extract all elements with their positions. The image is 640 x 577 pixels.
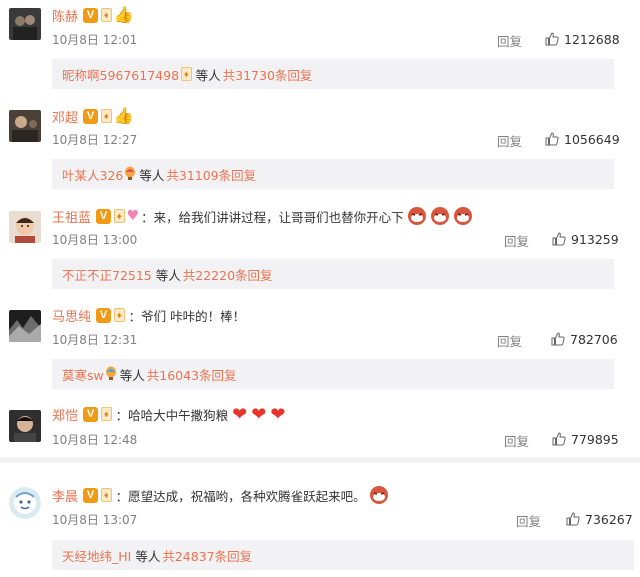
comment-timestamp: 10月8日 12:01 (52, 33, 138, 47)
username-link[interactable]: 陈赫 (52, 6, 78, 25)
like-count: 1056649 (564, 131, 620, 147)
sub-reply-summary[interactable]: 不正不正72515 等人 共22220条回复 (52, 259, 614, 289)
thumbs-up-emoji-icon: 👍 (113, 106, 134, 125)
avatar[interactable] (9, 410, 41, 442)
vip-badge-icon: ♦ (101, 109, 112, 123)
username-link[interactable]: 邓超 (52, 107, 78, 126)
comment-timestamp: 10月8日 12:48 (52, 433, 138, 447)
comment-header: 李晨 V ♦ ：愿望达成，祝福哟，各种欢腾雀跃起来吧。 (52, 486, 389, 505)
comment-text: ：愿望达成，祝福哟，各种欢腾雀跃起来吧。 (115, 488, 366, 504)
like-button[interactable]: 913259 (552, 230, 619, 248)
like-button[interactable]: 782706 (551, 330, 618, 348)
sub-reply-and-others: 等人 (139, 167, 165, 183)
avatar[interactable] (9, 211, 41, 243)
sub-reply-user[interactable]: 叶某人326 (62, 165, 123, 184)
reply-button[interactable]: 回复 (516, 511, 541, 529)
sub-reply-summary[interactable]: 莫寒sw 等人 共16043条回复 (52, 359, 614, 389)
thumbs-up-icon (545, 132, 559, 146)
sub-reply-total-link[interactable]: 共22220条回复 (183, 265, 273, 284)
reply-button[interactable]: 回复 (497, 131, 522, 149)
vip-badge-icon: ♦ (101, 8, 112, 22)
sub-reply-user[interactable]: 莫寒sw (62, 365, 104, 384)
thumbs-up-icon (545, 32, 559, 46)
sub-reply-total-link[interactable]: 共16043条回复 (147, 365, 237, 384)
comment-header: 郑恺 V ♦ ：哈哈大中午撒狗粮 ❤ ❤ ❤ (52, 403, 286, 425)
username-link[interactable]: 马思纯 (52, 306, 91, 325)
like-count: 1212688 (564, 31, 620, 47)
like-button[interactable]: 779895 (552, 430, 619, 448)
like-button[interactable]: 736267 (566, 510, 633, 528)
laughing-emoji-icon (369, 486, 388, 504)
avatar[interactable] (9, 310, 41, 342)
reply-button[interactable]: 回复 (497, 331, 522, 349)
section-divider (0, 457, 640, 463)
sub-reply-and-others: 等人 (195, 67, 221, 83)
thumbs-up-emoji-icon: 👍 (113, 5, 134, 24)
sub-reply-summary[interactable]: 昵称啊5967617498 ♦ 等人 共31730条回复 (52, 59, 614, 89)
comment-timestamp: 10月8日 13:07 (52, 513, 138, 527)
avatar[interactable] (9, 487, 41, 519)
comment-header: 邓超 V ♦ 👍 (52, 106, 134, 126)
sub-reply-summary[interactable]: 天经地纬_HI 等人 共24837条回复 (52, 540, 634, 570)
comment-header: 陈赫 V ♦ 👍 (52, 5, 134, 25)
avatar[interactable] (9, 8, 41, 40)
heart-emoji-icon: ❤ (251, 403, 267, 425)
laughing-emoji-icon (453, 207, 472, 225)
sub-reply-total-link[interactable]: 共24837条回复 (162, 546, 252, 565)
like-count: 913259 (571, 231, 619, 247)
sub-reply-user[interactable]: 昵称啊5967617498 (62, 65, 179, 84)
verified-badge-icon: V (96, 208, 112, 224)
verified-badge-icon: V (83, 108, 99, 124)
hot-air-balloon-icon (105, 366, 116, 380)
verified-badge-icon: V (83, 487, 99, 503)
sub-reply-total-link[interactable]: 共31109条回复 (166, 165, 256, 184)
sub-reply-and-others: 等人 (135, 548, 161, 564)
reply-button[interactable]: 回复 (504, 431, 529, 449)
username-link[interactable]: 郑恺 (52, 405, 78, 424)
like-button[interactable]: 1212688 (545, 30, 620, 48)
comment-header: 马思纯 V ♦ ：爷们 咔咔的！棒！ (52, 306, 246, 325)
vip-badge-icon: ♦ (114, 209, 125, 223)
reply-button[interactable]: 回复 (497, 31, 522, 49)
like-count: 782706 (570, 331, 618, 347)
laughing-emoji-icon (407, 207, 426, 225)
verified-badge-icon: V (83, 406, 99, 422)
hot-air-balloon-icon (125, 166, 136, 180)
comment-timestamp: 10月8日 12:31 (52, 333, 138, 347)
username-link[interactable]: 王祖蓝 (52, 207, 91, 226)
vip-badge-icon: ♦ (101, 488, 112, 502)
comment-text: ：来，给我们讲讲过程，让哥哥们也替你开心下 (141, 209, 404, 225)
comment-text: ：哈哈大中午撒狗粮 (115, 407, 229, 423)
verified-badge-icon: V (83, 7, 99, 23)
like-button[interactable]: 1056649 (545, 130, 620, 148)
reply-button[interactable]: 回复 (504, 231, 529, 249)
sub-reply-user[interactable]: 不正不正72515 (62, 265, 152, 284)
vip-badge-icon: ♦ (114, 308, 125, 322)
thumbs-up-icon (552, 432, 566, 446)
like-count: 779895 (571, 431, 619, 447)
sub-reply-and-others: 等人 (119, 367, 145, 383)
verified-badge-icon: V (96, 307, 112, 323)
sub-reply-and-others: 等人 (155, 267, 181, 283)
thumbs-up-icon (551, 332, 565, 346)
vip-badge-icon: ♦ (101, 407, 112, 421)
sub-reply-summary[interactable]: 叶某人326 等人 共31109条回复 (52, 159, 614, 189)
comment-text: ：爷们 咔咔的！棒！ (128, 308, 246, 324)
avatar[interactable] (9, 110, 41, 142)
comment-timestamp: 10月8日 13:00 (52, 233, 138, 247)
like-count: 736267 (585, 511, 633, 527)
heart-emoji-icon: ♥ (126, 208, 140, 224)
sub-reply-user[interactable]: 天经地纬_HI (62, 546, 131, 565)
laughing-emoji-icon (430, 207, 449, 225)
comment-header: 王祖蓝 V ♦ ♥ ：来，给我们讲讲过程，让哥哥们也替你开心下 (52, 207, 473, 226)
username-link[interactable]: 李晨 (52, 486, 78, 505)
heart-emoji-icon: ❤ (270, 403, 286, 425)
thumbs-up-icon (566, 512, 580, 526)
sub-reply-total-link[interactable]: 共31730条回复 (223, 65, 313, 84)
heart-emoji-icon: ❤ (232, 403, 248, 425)
vip-badge-icon: ♦ (181, 67, 192, 81)
comment-timestamp: 10月8日 12:27 (52, 133, 138, 147)
thumbs-up-icon (552, 232, 566, 246)
